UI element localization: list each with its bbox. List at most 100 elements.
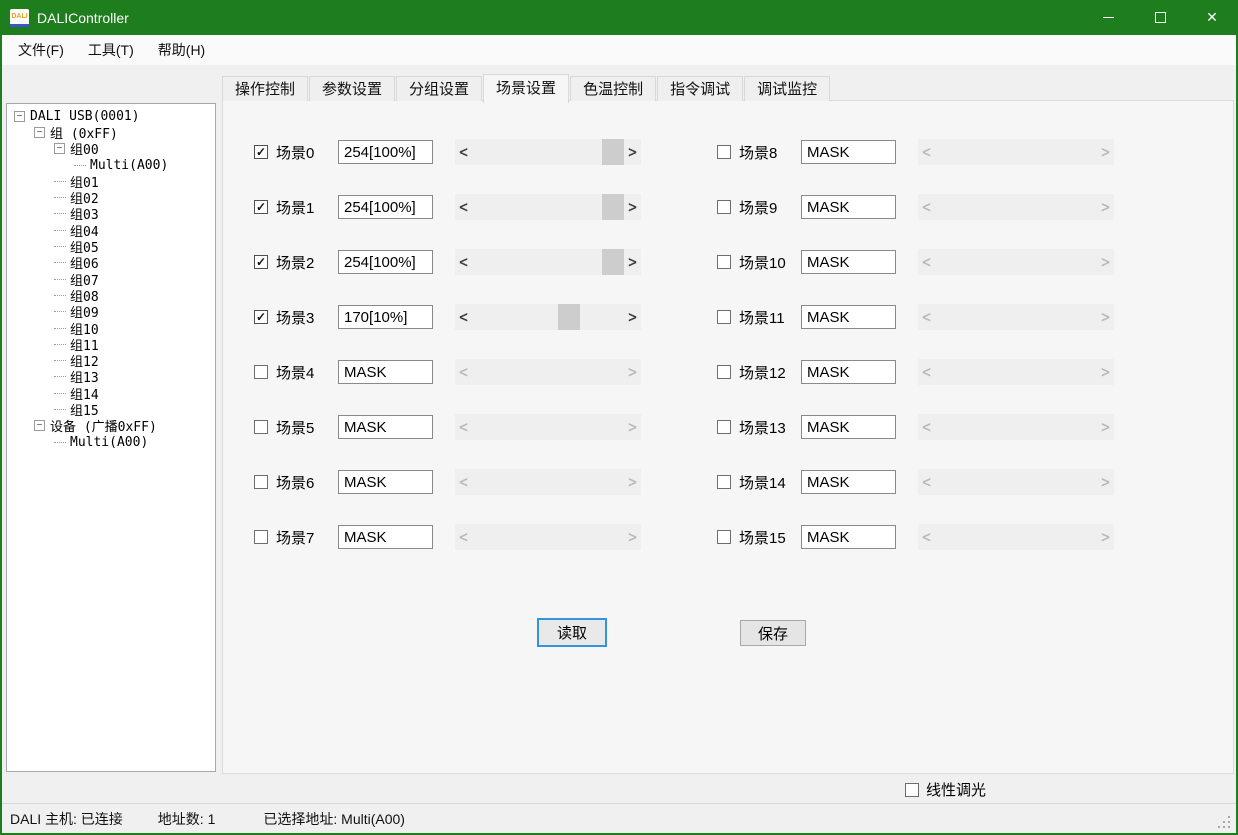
scrollbar-track[interactable] bbox=[472, 304, 624, 330]
tab-4[interactable]: 色温控制 bbox=[570, 76, 656, 101]
menu-item-0[interactable]: 文件(F) bbox=[12, 36, 70, 64]
scene-checkbox[interactable] bbox=[254, 530, 268, 544]
scene-row: 场景9<> bbox=[717, 194, 1114, 220]
tree-item[interactable]: 组15 bbox=[7, 401, 215, 417]
tree-item[interactable]: 组07 bbox=[7, 271, 215, 287]
resize-grip-icon[interactable] bbox=[1228, 826, 1230, 828]
scrollbar-thumb[interactable] bbox=[602, 194, 624, 220]
minimize-button[interactable] bbox=[1082, 0, 1134, 35]
scene-label: 场景2 bbox=[276, 252, 338, 273]
tab-0[interactable]: 操作控制 bbox=[222, 76, 308, 101]
tab-2[interactable]: 分组设置 bbox=[396, 76, 482, 101]
scroll-left-icon[interactable]: < bbox=[455, 198, 472, 216]
tree-item[interactable]: 组05 bbox=[7, 238, 215, 254]
tree-collapse-icon[interactable]: − bbox=[34, 127, 45, 138]
scrollbar-track bbox=[935, 524, 1097, 550]
tree-item[interactable]: 组01 bbox=[7, 173, 215, 189]
menu-item-1[interactable]: 工具(T) bbox=[82, 36, 140, 64]
tree-item[interactable]: 组11 bbox=[7, 336, 215, 352]
scene-checkbox[interactable] bbox=[717, 365, 731, 379]
scene-value-input[interactable] bbox=[338, 360, 433, 384]
scroll-left-icon[interactable]: < bbox=[455, 253, 472, 271]
scroll-left-icon[interactable]: < bbox=[455, 143, 472, 161]
scene-checkbox[interactable] bbox=[717, 145, 731, 159]
scene-checkbox[interactable]: ✓ bbox=[254, 145, 268, 159]
scroll-right-icon[interactable]: > bbox=[624, 253, 641, 271]
scene-value-input[interactable] bbox=[338, 470, 433, 494]
scroll-left-icon[interactable]: < bbox=[455, 308, 472, 326]
scene-brightness-scrollbar[interactable]: <> bbox=[455, 304, 641, 330]
tab-3[interactable]: 场景设置 bbox=[483, 74, 569, 103]
tree-item[interactable]: −组 (0xFF) bbox=[7, 124, 215, 140]
scene-value-input[interactable] bbox=[801, 305, 896, 329]
scene-checkbox[interactable]: ✓ bbox=[254, 200, 268, 214]
tab-5[interactable]: 指令调试 bbox=[657, 76, 743, 101]
scene-value-input[interactable] bbox=[801, 415, 896, 439]
scene-value-input[interactable] bbox=[338, 415, 433, 439]
scene-value-input[interactable] bbox=[801, 470, 896, 494]
tree-collapse-icon[interactable]: − bbox=[34, 420, 45, 431]
close-button[interactable]: ✕ bbox=[1186, 0, 1238, 35]
scene-value-input[interactable] bbox=[338, 305, 433, 329]
scene-checkbox[interactable] bbox=[717, 200, 731, 214]
tree-item[interactable]: 组09 bbox=[7, 304, 215, 320]
scene-checkbox[interactable] bbox=[254, 475, 268, 489]
scene-value-input[interactable] bbox=[801, 140, 896, 164]
tree-item[interactable]: 组06 bbox=[7, 255, 215, 271]
scene-checkbox[interactable]: ✓ bbox=[254, 255, 268, 269]
tree-item[interactable]: 组08 bbox=[7, 287, 215, 303]
maximize-button[interactable] bbox=[1134, 0, 1186, 35]
scrollbar-thumb[interactable] bbox=[558, 304, 580, 330]
scrollbar-thumb[interactable] bbox=[602, 249, 624, 275]
scroll-right-icon: > bbox=[624, 473, 641, 491]
tree-item[interactable]: 组12 bbox=[7, 352, 215, 368]
scene-brightness-scrollbar[interactable]: <> bbox=[455, 249, 641, 275]
scene-checkbox[interactable] bbox=[254, 365, 268, 379]
tab-1[interactable]: 参数设置 bbox=[309, 76, 395, 101]
status-bar: DALI 主机: 已连接 地址数: 1 已选择地址: Multi(A00) bbox=[2, 803, 1236, 833]
scene-checkbox[interactable] bbox=[254, 420, 268, 434]
tree-item[interactable]: 组13 bbox=[7, 369, 215, 385]
scene-brightness-scrollbar[interactable]: <> bbox=[455, 194, 641, 220]
scene-checkbox[interactable] bbox=[717, 310, 731, 324]
scene-brightness-scrollbar: <> bbox=[455, 359, 641, 385]
save-button[interactable]: 保存 bbox=[740, 620, 806, 646]
scene-value-input[interactable] bbox=[338, 140, 433, 164]
tree-item[interactable]: −DALI USB(0001) bbox=[7, 108, 215, 124]
scrollbar-track[interactable] bbox=[472, 194, 624, 220]
tree-collapse-icon[interactable]: − bbox=[54, 143, 65, 154]
tree-item[interactable]: −设备 (广播0xFF) bbox=[7, 418, 215, 434]
scene-value-input[interactable] bbox=[801, 525, 896, 549]
tree-item[interactable]: −组00 bbox=[7, 141, 215, 157]
tree-item[interactable]: Multi(A00) bbox=[7, 157, 215, 173]
tree-item[interactable]: 组02 bbox=[7, 189, 215, 205]
scene-value-input[interactable] bbox=[801, 360, 896, 384]
scene-checkbox[interactable]: ✓ bbox=[254, 310, 268, 324]
scene-checkbox[interactable] bbox=[717, 420, 731, 434]
menu-item-2[interactable]: 帮助(H) bbox=[152, 36, 211, 64]
scroll-right-icon[interactable]: > bbox=[624, 308, 641, 326]
tree-collapse-icon[interactable]: − bbox=[14, 111, 25, 122]
scroll-right-icon[interactable]: > bbox=[624, 143, 641, 161]
scrollbar-thumb[interactable] bbox=[602, 139, 624, 165]
scrollbar-track[interactable] bbox=[472, 139, 624, 165]
scrollbar-track[interactable] bbox=[472, 249, 624, 275]
scene-brightness-scrollbar[interactable]: <> bbox=[455, 139, 641, 165]
scene-value-input[interactable] bbox=[338, 195, 433, 219]
tab-6[interactable]: 调试监控 bbox=[744, 76, 830, 101]
tree-item[interactable]: 组03 bbox=[7, 206, 215, 222]
scene-checkbox[interactable] bbox=[717, 530, 731, 544]
scene-value-input[interactable] bbox=[338, 250, 433, 274]
scroll-right-icon[interactable]: > bbox=[624, 198, 641, 216]
linear-dimming-checkbox[interactable] bbox=[905, 783, 919, 797]
read-button[interactable]: 读取 bbox=[537, 618, 607, 647]
scene-value-input[interactable] bbox=[338, 525, 433, 549]
tree-item[interactable]: 组14 bbox=[7, 385, 215, 401]
tree-item[interactable]: Multi(A00) bbox=[7, 434, 215, 450]
scene-value-input[interactable] bbox=[801, 195, 896, 219]
tree-item[interactable]: 组10 bbox=[7, 320, 215, 336]
scene-value-input[interactable] bbox=[801, 250, 896, 274]
scene-checkbox[interactable] bbox=[717, 255, 731, 269]
scene-checkbox[interactable] bbox=[717, 475, 731, 489]
tree-item[interactable]: 组04 bbox=[7, 222, 215, 238]
